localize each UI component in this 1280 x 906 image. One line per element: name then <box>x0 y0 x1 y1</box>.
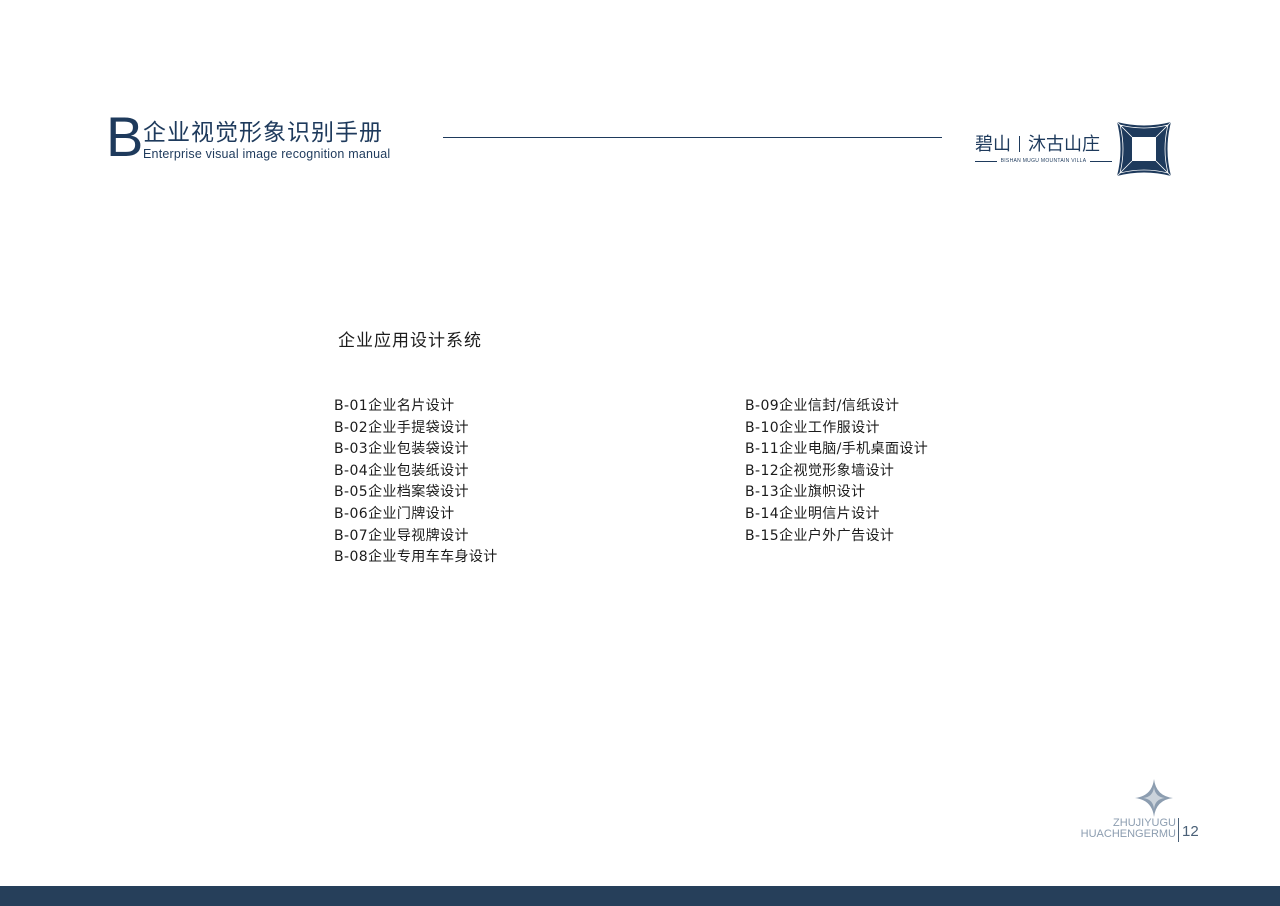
section-title: 企业应用设计系统 <box>338 331 482 351</box>
toc-item[interactable]: B-14企业明信片设计 <box>745 504 928 526</box>
page-number: 12 <box>1182 823 1199 840</box>
header-divider <box>443 137 942 138</box>
brand-en-left-rule <box>975 160 997 162</box>
brand-name-part2: 沐古山庄 <box>1028 134 1100 155</box>
brand-name: 碧山 沐古山庄 <box>975 134 1100 156</box>
footer-label-line2: HUACHENGERMU <box>1080 828 1176 840</box>
four-point-star-icon <box>1135 779 1173 817</box>
brand-name-en-row: BISHAN MUGU MOUNTAIN VILLA <box>975 157 1112 165</box>
toc-item[interactable]: B-08企业专用车车身设计 <box>334 547 498 569</box>
toc-item[interactable]: B-09企业信封/信纸设计 <box>745 396 928 418</box>
brand-name-separator <box>1019 136 1020 152</box>
toc-list-left: B-01企业名片设计 B-02企业手提袋设计 B-03企业包装袋设计 B-04企… <box>334 396 498 569</box>
square-frame-logo-icon <box>1116 121 1172 177</box>
toc-item[interactable]: B-13企业旗帜设计 <box>745 482 928 504</box>
manual-title-en: Enterprise visual image recognition manu… <box>143 147 391 161</box>
toc-item[interactable]: B-01企业名片设计 <box>334 396 498 418</box>
toc-item[interactable]: B-02企业手提袋设计 <box>334 418 498 440</box>
footer-label: ZHUJIYUGU HUACHENGERMU <box>1081 818 1176 840</box>
section-letter: B <box>106 105 143 168</box>
brand-name-en: BISHAN MUGU MOUNTAIN VILLA <box>1000 158 1087 164</box>
footer-divider <box>1178 818 1179 842</box>
manual-title-cn: 企业视觉形象识别手册 <box>143 120 383 146</box>
toc-item[interactable]: B-15企业户外广告设计 <box>745 526 928 548</box>
toc-item[interactable]: B-04企业包装纸设计 <box>334 461 498 483</box>
toc-item[interactable]: B-05企业档案袋设计 <box>334 482 498 504</box>
toc-item[interactable]: B-06企业门牌设计 <box>334 504 498 526</box>
bottom-bar <box>0 886 1280 906</box>
brand-name-part1: 碧山 <box>975 134 1011 155</box>
toc-item[interactable]: B-12企视觉形象墙设计 <box>745 461 928 483</box>
toc-item[interactable]: B-10企业工作服设计 <box>745 418 928 440</box>
toc-item[interactable]: B-11企业电脑/手机桌面设计 <box>745 439 928 461</box>
toc-item[interactable]: B-07企业导视牌设计 <box>334 526 498 548</box>
brand-en-right-rule <box>1090 160 1112 162</box>
toc-list-right: B-09企业信封/信纸设计 B-10企业工作服设计 B-11企业电脑/手机桌面设… <box>745 396 928 547</box>
toc-item[interactable]: B-03企业包装袋设计 <box>334 439 498 461</box>
